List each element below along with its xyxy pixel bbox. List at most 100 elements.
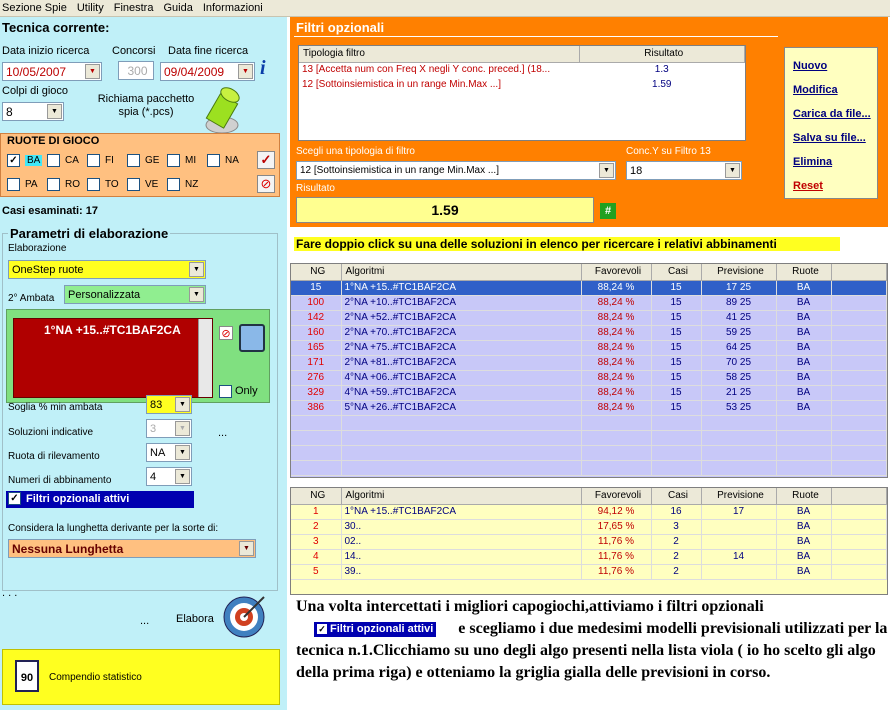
column-header[interactable]: Previsione xyxy=(701,264,777,281)
scrollbar[interactable] xyxy=(198,319,212,397)
chevron-down-icon[interactable]: ▼ xyxy=(189,262,204,277)
ruota-checkbox[interactable]: ✓ xyxy=(7,154,20,167)
ruota-checkbox[interactable] xyxy=(47,178,60,191)
table-row[interactable]: 276 4°NA +06..#TC1BAF2CA 88,24 % 15 58 25 BA xyxy=(291,370,887,386)
filtri-action-button[interactable]: Carica da file... xyxy=(793,108,871,120)
clear-icon[interactable]: ⊘ xyxy=(257,175,275,193)
filtri-action-button[interactable]: Modifica xyxy=(793,84,838,96)
menu-item[interactable]: Guida xyxy=(163,2,192,14)
table-row[interactable]: 165 2°NA +75..#TC1BAF2CA 88,24 % 15 64 25 BA xyxy=(291,340,887,356)
column-header[interactable]: Tipologia filtro xyxy=(299,46,580,63)
ruota-checkbox[interactable] xyxy=(127,178,140,191)
ruota-checkbox[interactable] xyxy=(167,154,180,167)
chevron-down-icon[interactable]: ▼ xyxy=(239,541,254,556)
ruota-checkbox[interactable] xyxy=(167,178,180,191)
ruota-checkbox[interactable] xyxy=(87,154,100,167)
chevron-down-icon[interactable]: ▼ xyxy=(47,104,62,119)
ruota-checkbox[interactable] xyxy=(47,154,60,167)
menu-item[interactable]: Sezione Spie xyxy=(2,2,67,14)
caption: Una volta intercettati i migliori capogi… xyxy=(296,596,888,684)
table-row[interactable]: 1 1°NA +15..#TC1BAF2CA 94,12 % 16 17 BA xyxy=(291,504,887,520)
chevron-down-icon[interactable]: ▼ xyxy=(175,421,190,436)
table-row[interactable]: 13 [Accetta num con Freq X negli Y conc.… xyxy=(299,62,745,77)
table-cell: BA xyxy=(776,400,832,416)
table-row[interactable]: 386 5°NA +26..#TC1BAF2CA 88,24 % 15 53 25 BA xyxy=(291,400,887,416)
chevron-down-icon[interactable]: ▼ xyxy=(599,163,614,178)
menu-item[interactable]: Utility xyxy=(77,2,104,14)
chevron-down-icon[interactable]: ▼ xyxy=(175,469,190,484)
column-header[interactable]: Risultato xyxy=(579,46,745,63)
colpi-combo[interactable]: 8 ▼ xyxy=(2,102,64,121)
lunghetta-combo[interactable]: Nessuna Lunghetta ▼ xyxy=(8,539,256,558)
ambata-label: 2° Ambata xyxy=(8,293,55,304)
formula-area[interactable]: 1°NA +15..#TC1BAF2CA xyxy=(13,318,213,398)
column-header[interactable]: Algoritmi xyxy=(341,488,582,505)
filtri-action-button[interactable]: Reset xyxy=(793,180,823,192)
compendio-box[interactable]: 90 Compendio statistico xyxy=(2,649,280,705)
column-header[interactable]: Casi xyxy=(651,264,702,281)
chevron-down-icon[interactable]: ▼ xyxy=(175,397,190,412)
column-header[interactable]: Favorevoli xyxy=(581,264,652,281)
column-header[interactable]: Favorevoli xyxy=(581,488,652,505)
chevron-down-icon[interactable]: ▼ xyxy=(85,64,100,79)
menu-item[interactable]: Informazioni xyxy=(203,2,263,14)
algoritmi-grid[interactable]: NG Algoritmi Favorevoli Casi Previsione Ruote… xyxy=(290,263,888,478)
menu-item[interactable]: Finestra xyxy=(114,2,154,14)
table-row[interactable]: 12 [Sottoinsiemistica in un range Min.Ma… xyxy=(299,77,745,92)
date-end-combo[interactable]: 09/04/2009 ▼ xyxy=(160,62,255,81)
numeri-combo[interactable]: 4 ▼ xyxy=(146,467,192,486)
column-header[interactable]: NG xyxy=(291,264,342,281)
filtri-checkbox[interactable]: ✓ xyxy=(8,492,21,505)
filtri-grid[interactable]: Tipologia filtro Risultato 13 [Accetta num… xyxy=(298,45,746,141)
chevron-down-icon[interactable]: ▼ xyxy=(238,64,253,79)
package-icon[interactable] xyxy=(198,83,246,135)
column-header[interactable]: Ruote xyxy=(776,488,832,505)
ruota-checkbox[interactable] xyxy=(87,178,100,191)
soluzioni-combo[interactable]: 3 ▼ xyxy=(146,419,192,438)
table-cell: 39.. xyxy=(341,564,582,580)
filtri-action-button[interactable]: Elimina xyxy=(793,156,832,168)
filtri-action-button[interactable]: Nuovo xyxy=(793,60,827,72)
info-icon[interactable]: i xyxy=(260,57,276,79)
column-header[interactable]: NG xyxy=(291,488,342,505)
table-row[interactable]: 15 1°NA +15..#TC1BAF2CA 88,24 % 15 17 25 BA xyxy=(291,280,887,296)
column-header[interactable]: Algoritmi xyxy=(341,264,582,281)
table-row[interactable]: 171 2°NA +81..#TC1BAF2CA 88,24 % 15 70 25 BA xyxy=(291,355,887,371)
column-header[interactable]: Casi xyxy=(651,488,702,505)
target-icon[interactable] xyxy=(222,593,268,639)
table-row[interactable]: 329 4°NA +59..#TC1BAF2CA 88,24 % 15 21 25 BA xyxy=(291,385,887,401)
ambata-combo[interactable]: Personalizzata ▼ xyxy=(64,285,206,304)
table-row[interactable]: 2 30.. 17,65 % 3 BA xyxy=(291,519,887,535)
ruota-checkbox[interactable] xyxy=(127,154,140,167)
table-row[interactable]: 5 39.. 11,76 % 2 BA xyxy=(291,564,887,580)
previsioni-grid[interactable]: NG Algoritmi Favorevoli Casi Previsione Ruote… xyxy=(290,487,888,595)
chevron-down-icon[interactable]: ▼ xyxy=(175,445,190,460)
conc-combo[interactable]: 18 ▼ xyxy=(626,161,742,180)
column-header[interactable]: Previsione xyxy=(701,488,777,505)
ruota-checkbox[interactable] xyxy=(207,154,220,167)
ruota-checkbox[interactable] xyxy=(7,178,20,191)
filtri-toggle[interactable]: ✓ Filtri opzionali attivi xyxy=(6,491,194,508)
ruota-ril-combo[interactable]: NA ▼ xyxy=(146,443,192,462)
filtri-action-button[interactable]: Salva su file... xyxy=(793,132,866,144)
calc-button[interactable]: # xyxy=(600,203,616,219)
soglia-combo[interactable]: 83 ▼ xyxy=(146,395,192,414)
delete-icon[interactable]: ⊘ xyxy=(219,326,233,340)
table-row[interactable]: 4 14.. 11,76 % 2 14 BA xyxy=(291,549,887,565)
only-checkbox[interactable] xyxy=(219,385,232,398)
table-row[interactable]: 160 2°NA +70..#TC1BAF2CA 88,24 % 15 59 25 BA xyxy=(291,325,887,341)
chevron-down-icon[interactable]: ▼ xyxy=(189,287,204,302)
elaborazione-combo[interactable]: OneStep ruote ▼ xyxy=(8,260,206,279)
scegli-combo[interactable]: 12 [Sottoinsiemistica in un range Min.Ma… xyxy=(296,161,616,180)
column-header[interactable]: Ruote xyxy=(776,264,832,281)
table-cell xyxy=(831,325,887,341)
window-icon[interactable] xyxy=(239,324,265,352)
chevron-down-icon[interactable]: ▼ xyxy=(725,163,740,178)
concorsi-field[interactable]: 300 xyxy=(118,61,154,80)
table-row[interactable]: 142 2°NA +52..#TC1BAF2CA 88,24 % 15 41 25 BA xyxy=(291,310,887,326)
date-start-combo[interactable]: 10/05/2007 ▼ xyxy=(2,62,102,81)
table-row[interactable]: 100 2°NA +10..#TC1BAF2CA 88,24 % 15 89 25 BA xyxy=(291,295,887,311)
check-all-icon[interactable]: ✓ xyxy=(257,151,275,169)
table-cell: 15 xyxy=(651,385,702,401)
table-row[interactable]: 3 02.. 11,76 % 2 BA xyxy=(291,534,887,550)
